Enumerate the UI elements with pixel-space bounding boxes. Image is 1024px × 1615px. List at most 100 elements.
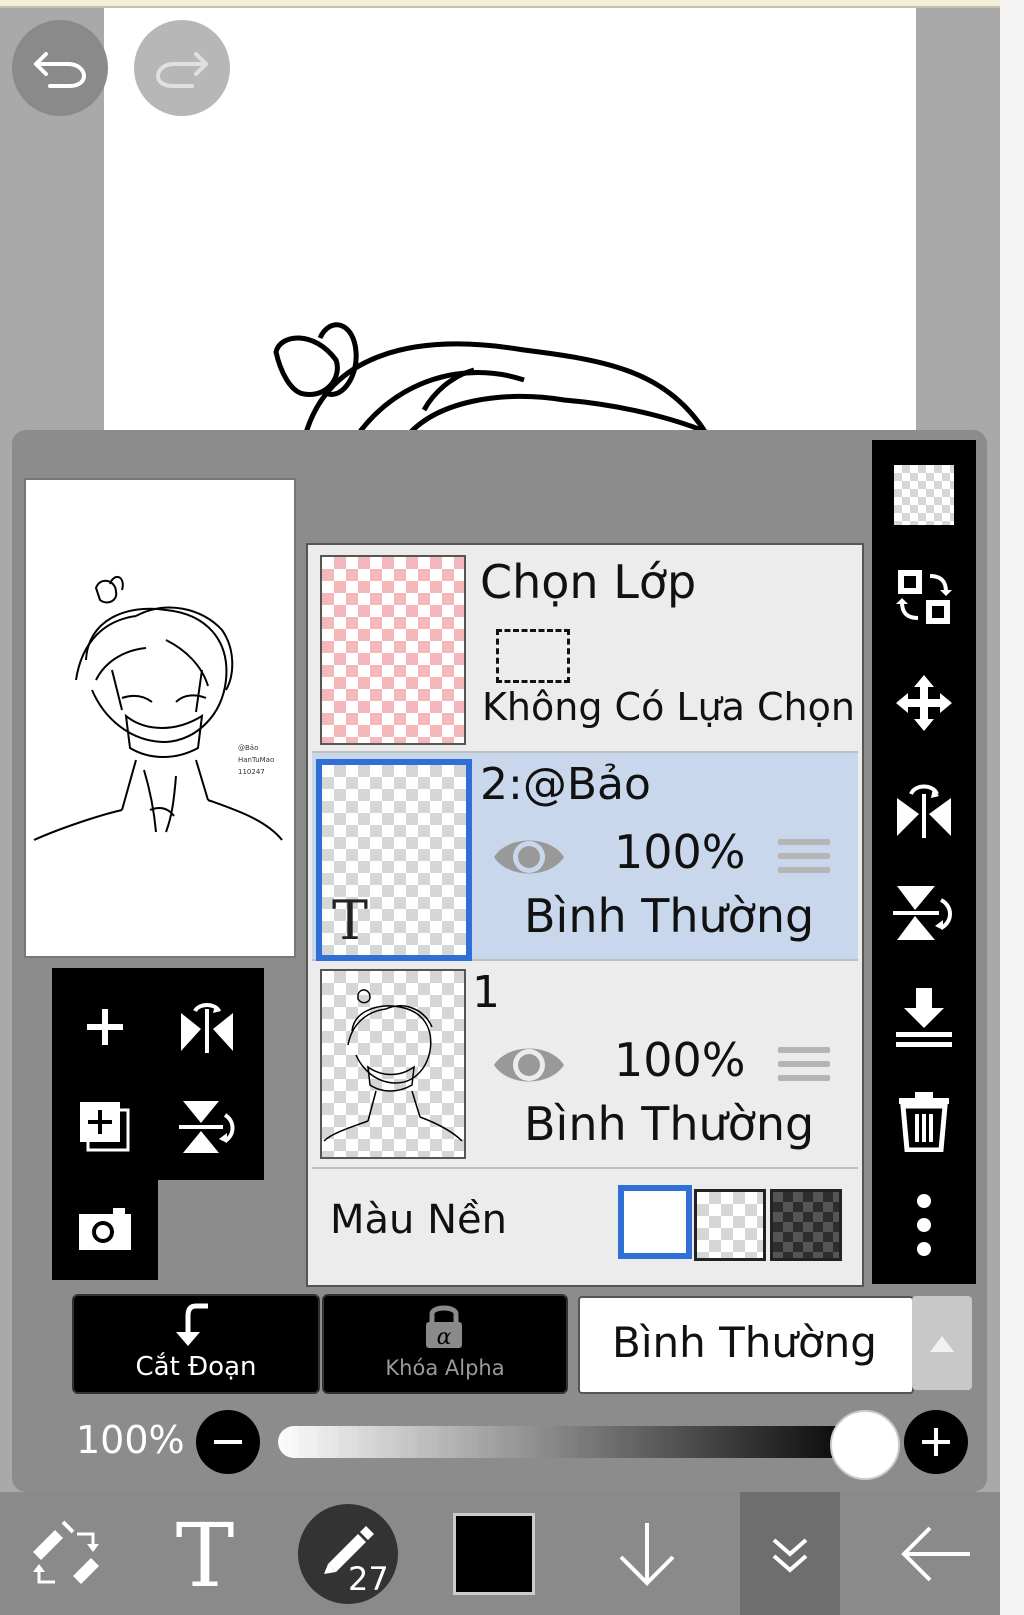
background-transparent-swatch[interactable]: [694, 1189, 766, 1261]
trash-icon: [899, 1092, 949, 1152]
background-dark-swatch[interactable]: [770, 1189, 842, 1261]
opacity-value: 100%: [76, 1418, 185, 1462]
layer-opacity: 100%: [614, 1033, 746, 1087]
thumbnail-caption-2: HanTuMao: [238, 756, 274, 764]
layer-opacity: 100%: [614, 825, 746, 879]
layer-list: Chọn Lớp Không Có Lựa Chọn T 2:@Bảo 100%…: [306, 543, 864, 1287]
text-tool-button[interactable]: T: [160, 1492, 250, 1615]
plus-icon: [87, 1009, 123, 1045]
thumbnail-sketch: @Bảo HanTuMao 110247: [33, 575, 283, 841]
empty-selection-icon: [496, 629, 570, 683]
layer-thumbnail: T: [316, 759, 472, 961]
layer-panel-toggle-button[interactable]: [740, 1492, 840, 1615]
selection-layer-title: Chọn Lớp: [480, 555, 697, 609]
selection-layer-row[interactable]: Chọn Lớp Không Có Lựa Chọn: [312, 545, 858, 753]
undo-button[interactable]: [12, 20, 108, 116]
text-layer-icon: T: [332, 889, 369, 952]
swap-layer-button[interactable]: [872, 552, 976, 642]
redo-button[interactable]: [134, 20, 230, 116]
drag-handle[interactable]: [778, 839, 830, 881]
flip-horizontal-icon: [181, 1003, 233, 1053]
camera-button[interactable]: [66, 1190, 144, 1268]
flip-layer-horizontal-button[interactable]: [168, 988, 246, 1066]
swap-tools-icon: [33, 1520, 99, 1584]
add-layer-stack-icon: [80, 1102, 130, 1152]
canvas-thumbnail[interactable]: @Bảo HanTuMao 110247: [24, 478, 296, 958]
alpha-lock-button[interactable]: α Khóa Alpha: [322, 1294, 568, 1394]
layer-thumbnail: [320, 969, 466, 1159]
thumbnail-caption-3: 110247: [238, 768, 265, 776]
flip-vertical-icon: [179, 1101, 235, 1153]
brush-circle: 27: [298, 1503, 398, 1604]
undo-icon: [34, 52, 87, 88]
brush-tool-button[interactable]: 27: [296, 1492, 400, 1615]
move-icon: [896, 675, 952, 731]
bottom-toolbar: T 27: [0, 1492, 1000, 1615]
add-layer-button[interactable]: [66, 988, 144, 1066]
blend-mode-arrow-button[interactable]: [912, 1296, 972, 1390]
flip-horizontal-icon: [897, 784, 951, 838]
opacity-slider-track[interactable]: [278, 1426, 868, 1458]
blend-mode-dropdown[interactable]: Bình Thường: [578, 1296, 914, 1394]
clipping-button[interactable]: Cắt Đoạn: [72, 1294, 320, 1394]
blend-mode-value: Bình Thường: [612, 1318, 877, 1367]
screen-edge: [1000, 0, 1024, 1615]
arrow-down-icon: [619, 1522, 675, 1586]
move-button[interactable]: [872, 658, 976, 748]
flip-horizontal-button[interactable]: [872, 764, 976, 854]
layer-sketch-thumbnail: [323, 989, 463, 1142]
brush-size: 27: [348, 1559, 389, 1598]
flip-vertical-button[interactable]: [872, 868, 976, 958]
swap-icon: [896, 570, 952, 624]
merge-down-button[interactable]: [872, 972, 976, 1062]
arrow-left-icon: [901, 1526, 970, 1581]
opacity-decrease-button[interactable]: [196, 1410, 260, 1474]
more-options-button[interactable]: [872, 1180, 976, 1270]
selection-layer-subtitle: Không Có Lựa Chọn: [482, 685, 855, 729]
transparency-button[interactable]: [872, 450, 976, 540]
layer-blend-mode: Bình Thường: [524, 1097, 815, 1151]
thumbnail-caption-1: @Bảo: [238, 744, 258, 752]
text-icon: T: [176, 1514, 235, 1594]
layer-tools: [52, 968, 264, 1280]
svg-text:α: α: [437, 1325, 452, 1350]
top-edge: [0, 0, 1000, 8]
layer-row[interactable]: T 2:@Bảo 100% Bình Thường: [312, 753, 858, 961]
svg-text:T: T: [176, 1514, 235, 1594]
clipping-label: Cắt Đoạn: [135, 1352, 257, 1382]
add-image-layer-button[interactable]: [66, 1088, 144, 1166]
selection-layer-thumbnail: [320, 555, 466, 745]
layer-name: 1: [472, 967, 500, 1018]
move-layer-down-button[interactable]: [602, 1492, 692, 1615]
visibility-eye-icon[interactable]: [492, 1039, 566, 1091]
right-toolbar: [872, 440, 976, 1284]
checkerboard-icon: [894, 465, 954, 525]
redo-icon: [155, 52, 208, 88]
background-color-row: Màu Nền: [312, 1169, 858, 1281]
merge-down-icon: [896, 988, 952, 1047]
layer-blend-mode: Bình Thường: [524, 889, 815, 943]
camera-icon: [79, 1208, 131, 1250]
flip-layer-vertical-button[interactable]: [168, 1088, 246, 1166]
alpha-lock-label: Khóa Alpha: [385, 1356, 505, 1380]
delete-layer-button[interactable]: [872, 1076, 976, 1166]
visibility-eye-icon[interactable]: [492, 831, 566, 883]
flip-vertical-icon: [893, 886, 952, 940]
drag-handle[interactable]: [778, 1047, 830, 1089]
opacity-increase-button[interactable]: [904, 1410, 968, 1474]
background-color-label: Màu Nền: [330, 1197, 507, 1243]
plus-icon: [922, 1428, 950, 1456]
minus-icon: [214, 1440, 242, 1444]
clip-arrow-icon: [176, 1303, 208, 1346]
layer-row[interactable]: 1 100% Bình Thường: [312, 961, 858, 1169]
foreground-color-swatch: [453, 1512, 535, 1595]
background-white-swatch[interactable]: [618, 1185, 692, 1259]
chevron-double-down-icon: [772, 1537, 808, 1573]
color-picker-button[interactable]: [452, 1492, 536, 1615]
transform-tool-button[interactable]: [20, 1492, 110, 1615]
back-button[interactable]: [888, 1492, 984, 1615]
lock-alpha-icon: α: [426, 1305, 462, 1350]
more-vertical-icon: [917, 1194, 931, 1256]
layer-name: 2:@Bảo: [480, 759, 651, 810]
opacity-slider-knob[interactable]: [830, 1410, 900, 1480]
